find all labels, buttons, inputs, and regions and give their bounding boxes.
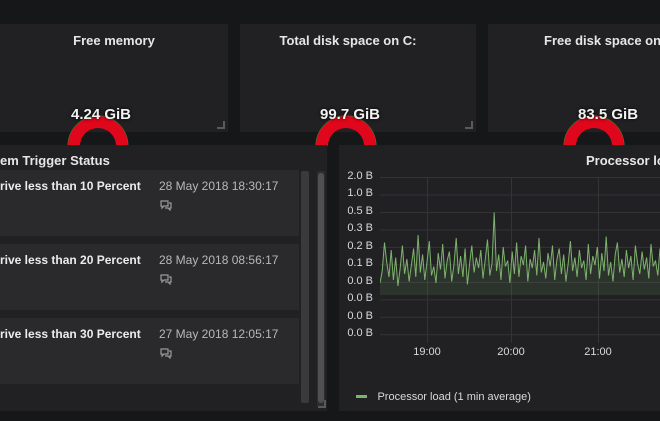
chart-legend[interactable]: Processor load (1 min average) — [356, 388, 531, 406]
panel-title: Total disk space on C: — [279, 33, 417, 48]
list-item[interactable]: rive less than 30 Percent 27 May 2018 12… — [0, 318, 299, 384]
y-tick-label: 0.0 B — [347, 309, 373, 322]
y-tick-label: 0.0 B — [347, 327, 373, 340]
gauge-panel-total-disk: Total disk space on C: 99.7 GiB — [240, 24, 476, 147]
y-tick-label: 0.0 B — [347, 292, 373, 305]
comment-icon[interactable] — [159, 347, 173, 359]
gauge-value: 83.5 GiB — [578, 106, 639, 123]
trigger-status-panel: em Trigger Status rive less than 10 Perc… — [0, 145, 327, 411]
y-tick-label: 0.0 B — [347, 274, 373, 287]
comment-icon[interactable] — [159, 273, 173, 285]
alert-name: rive less than 10 Percent — [0, 179, 141, 193]
resize-handle-icon[interactable] — [465, 121, 473, 129]
y-tick-label: 2.0 B — [347, 170, 373, 182]
legend-swatch-icon — [356, 395, 367, 399]
alert-name: rive less than 30 Percent — [0, 327, 141, 341]
alert-time: 28 May 2018 18:30:17 — [159, 179, 279, 193]
alert-time: 27 May 2018 12:05:17 — [159, 327, 279, 341]
scrollbar-left — [301, 171, 309, 403]
alert-time: 28 May 2018 08:56:17 — [159, 253, 279, 267]
y-tick-label: 0.5 B — [347, 204, 373, 217]
scrollbar-thumb[interactable] — [318, 173, 324, 403]
alert-name: rive less than 20 Percent — [0, 253, 141, 267]
list-item[interactable]: rive less than 20 Percent 28 May 2018 08… — [0, 244, 299, 310]
legend-label: Processor load (1 min average) — [377, 390, 531, 403]
y-tick-label: 0.1 B — [347, 257, 373, 270]
gauge-panel-free-memory: Free memory 4.24 GiB — [0, 24, 228, 147]
comment-icon[interactable] — [159, 199, 173, 211]
y-tick-label: 0.2 B — [347, 239, 373, 252]
resize-handle-icon[interactable] — [318, 400, 326, 408]
gauge-value: 99.7 GiB — [319, 106, 381, 123]
y-tick-label: 0.3 B — [347, 222, 373, 235]
x-tick-label: 21:00 — [584, 346, 612, 358]
list-item[interactable]: rive less than 10 Percent 28 May 2018 18… — [0, 170, 299, 236]
panel-title: Processor lo — [586, 153, 660, 168]
processor-load-chart — [380, 177, 660, 343]
gauge-panel-free-disk: Free disk space on C 83.5 GiB — [488, 24, 660, 147]
x-tick-label: 20:00 — [497, 346, 525, 358]
x-tick-label: 19:00 — [413, 346, 441, 358]
panel-title: em Trigger Status — [0, 153, 110, 168]
gauge-value: 4.24 GiB — [70, 106, 132, 123]
panel-title: Free disk space on C — [544, 33, 660, 48]
y-tick-label: 1.0 B — [347, 187, 373, 200]
processor-load-panel: Processor lo 2.0 B 1.0 B 0.5 B 0.3 B 0.2 B 0.… — [339, 145, 660, 411]
scrollbar-track[interactable] — [317, 171, 325, 407]
panel-title: Free memory — [73, 33, 155, 48]
